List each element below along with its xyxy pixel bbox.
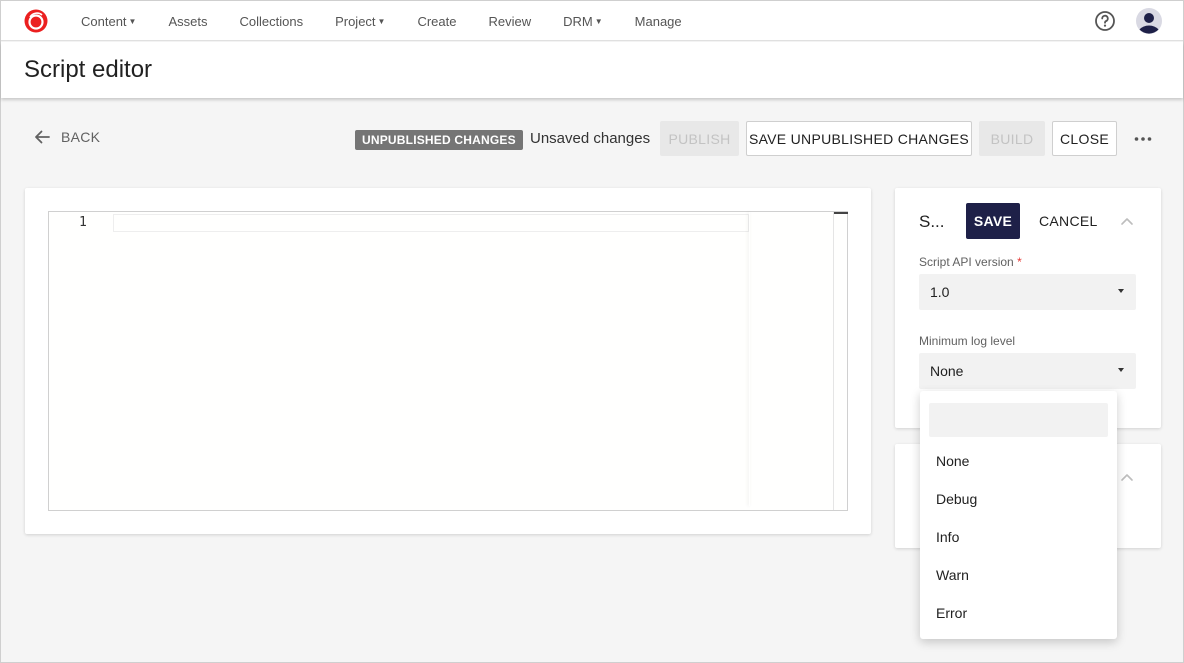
api-version-select[interactable]: 1.0 — [919, 274, 1136, 310]
sitecore-logo-icon[interactable] — [24, 9, 48, 33]
caret-down-icon: ▼ — [128, 16, 137, 26]
dropdown-option-debug[interactable]: Debug — [936, 491, 977, 507]
nav-item-label: Collections — [239, 13, 304, 29]
log-level-dropdown-menu: None Debug Info Warn Error — [920, 391, 1117, 639]
chevron-up-icon[interactable] — [1119, 469, 1135, 485]
user-avatar-icon[interactable] — [1136, 8, 1162, 34]
caret-down-icon — [1118, 289, 1124, 293]
back-label: BACK — [61, 129, 101, 145]
panel-title: S... — [919, 212, 945, 231]
api-version-label-text: Script API version — [919, 255, 1014, 269]
editor-scrollbar-thumb[interactable] — [834, 212, 848, 214]
nav-item-assets[interactable]: Assets — [168, 14, 207, 29]
help-circle-icon[interactable] — [1094, 10, 1116, 32]
close-button[interactable]: CLOSE — [1052, 121, 1117, 156]
nav-item-label: Manage — [634, 13, 682, 29]
code-editor[interactable]: 1 — [48, 211, 848, 511]
back-button[interactable]: BACK — [33, 128, 100, 146]
log-level-select[interactable]: None — [919, 353, 1136, 389]
build-button[interactable]: BUILD — [979, 121, 1045, 156]
publish-button[interactable]: PUBLISH — [660, 121, 739, 156]
nav-item-label: Assets — [168, 13, 208, 29]
nav-menu: Content ▼ Assets Collections Project ▼ C… — [81, 1, 714, 41]
required-mark: * — [1017, 255, 1022, 269]
nav-item-label: Project — [335, 13, 376, 29]
current-line-highlight — [113, 214, 749, 232]
nav-item-content[interactable]: Content ▼ — [81, 14, 136, 29]
caret-down-icon: ▼ — [594, 16, 603, 26]
editor-card: 1 — [25, 188, 871, 534]
dropdown-search-input[interactable] — [929, 403, 1108, 437]
nav-item-label: Content — [81, 13, 127, 29]
dropdown-option-none[interactable]: None — [936, 453, 969, 469]
arrow-left-icon — [35, 130, 50, 144]
nav-item-drm[interactable]: DRM ▼ — [563, 14, 603, 29]
page-header: Script editor — [1, 42, 1183, 98]
page-title: Script editor — [24, 56, 153, 83]
save-button[interactable]: SAVE — [966, 203, 1020, 239]
dropdown-option-warn[interactable]: Warn — [936, 567, 969, 583]
nav-item-label: Create — [417, 13, 457, 29]
line-number: 1 — [79, 215, 87, 230]
dropdown-option-info[interactable]: Info — [936, 529, 959, 545]
nav-item-review[interactable]: Review — [489, 14, 532, 29]
editor-scrollbar[interactable] — [833, 212, 834, 510]
status-badge: UNPUBLISHED CHANGES — [355, 130, 523, 150]
nav-item-label: DRM — [563, 13, 593, 29]
api-version-value: 1.0 — [930, 284, 950, 300]
api-version-label: Script API version * — [919, 255, 1022, 269]
cancel-button[interactable]: CANCEL — [1031, 203, 1106, 239]
nav-item-project[interactable]: Project ▼ — [335, 14, 385, 29]
nav-item-create[interactable]: Create — [417, 14, 456, 29]
log-level-value: None — [930, 363, 964, 379]
nav-item-label: Review — [488, 13, 532, 29]
dropdown-option-error[interactable]: Error — [936, 605, 967, 621]
minimap-divider — [749, 212, 750, 506]
more-horizontal-icon[interactable] — [1133, 129, 1153, 149]
caret-down-icon — [1118, 368, 1124, 372]
chevron-up-icon[interactable] — [1119, 213, 1135, 229]
log-level-label: Minimum log level — [919, 334, 1016, 348]
nav-item-manage[interactable]: Manage — [635, 14, 682, 29]
top-navigation: Content ▼ Assets Collections Project ▼ C… — [1, 1, 1183, 41]
caret-down-icon: ▼ — [377, 16, 386, 26]
save-unpublished-changes-button[interactable]: SAVE UNPUBLISHED CHANGES — [746, 121, 972, 156]
unsaved-changes-text: Unsaved changes — [530, 130, 651, 147]
nav-item-collections[interactable]: Collections — [239, 14, 303, 29]
